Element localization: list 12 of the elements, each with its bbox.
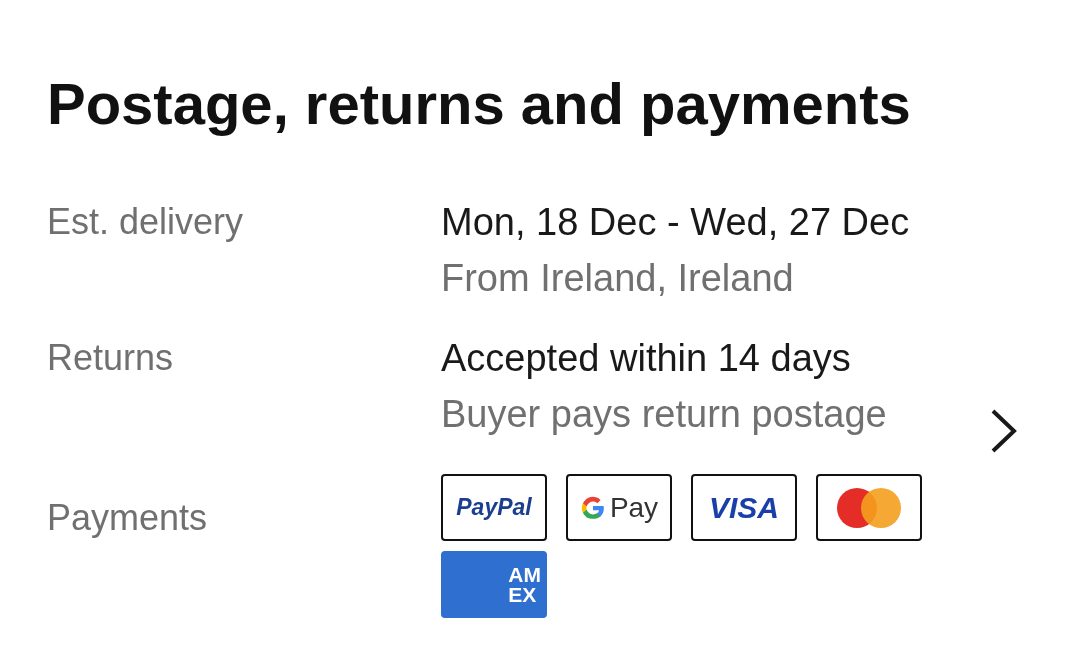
paypal-logo: PayPal [441, 474, 547, 541]
row-label: Returns [47, 336, 175, 380]
american-express-logo: AM EX [441, 551, 547, 618]
row-detail: Buyer pays return postage [441, 392, 888, 437]
google-pay-logo: Pay [566, 474, 672, 541]
row-label: Payments [47, 496, 209, 540]
row-detail: From Ireland, Ireland [441, 256, 795, 301]
row-label: Est. delivery [47, 200, 245, 244]
visa-logo: VISA [691, 474, 797, 541]
section-heading: Postage, returns and payments [47, 70, 912, 138]
row-value: Accepted within 14 days [441, 336, 852, 381]
row-value: Mon, 18 Dec - Wed, 27 Dec [441, 200, 911, 245]
